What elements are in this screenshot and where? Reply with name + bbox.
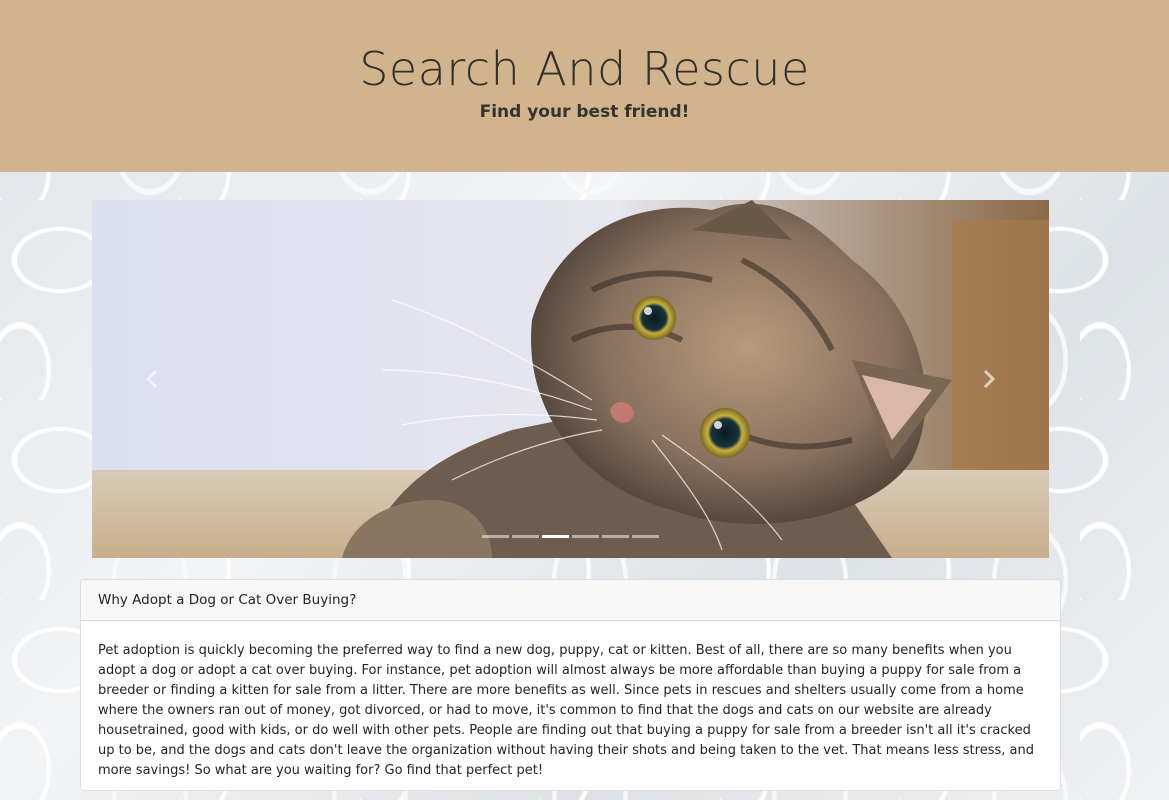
info-card: Why Adopt a Dog or Cat Over Buying? Pet … [80, 579, 1061, 791]
page-title: Search And Rescue [359, 42, 810, 96]
chevron-left-icon [145, 369, 158, 389]
tabby-cat-photo [92, 200, 1049, 558]
page-subtitle: Find your best friend! [479, 102, 690, 122]
carousel-indicator[interactable] [602, 535, 629, 538]
carousel-indicators [92, 535, 1049, 538]
carousel-indicator[interactable] [512, 535, 539, 538]
carousel-indicator[interactable] [632, 535, 659, 538]
carousel-indicator-active[interactable] [542, 535, 569, 538]
page-header: Search And Rescue Find your best friend! [0, 0, 1169, 172]
carousel-indicator[interactable] [572, 535, 599, 538]
card-header: Why Adopt a Dog or Cat Over Buying? [81, 580, 1060, 621]
carousel-indicator[interactable] [482, 535, 509, 538]
card-body-text: Pet adoption is quickly becoming the pre… [98, 643, 1034, 778]
carousel-next-button[interactable] [929, 200, 1049, 558]
chevron-right-icon [983, 369, 996, 389]
carousel-prev-button[interactable] [92, 200, 212, 558]
image-carousel[interactable] [92, 200, 1049, 558]
